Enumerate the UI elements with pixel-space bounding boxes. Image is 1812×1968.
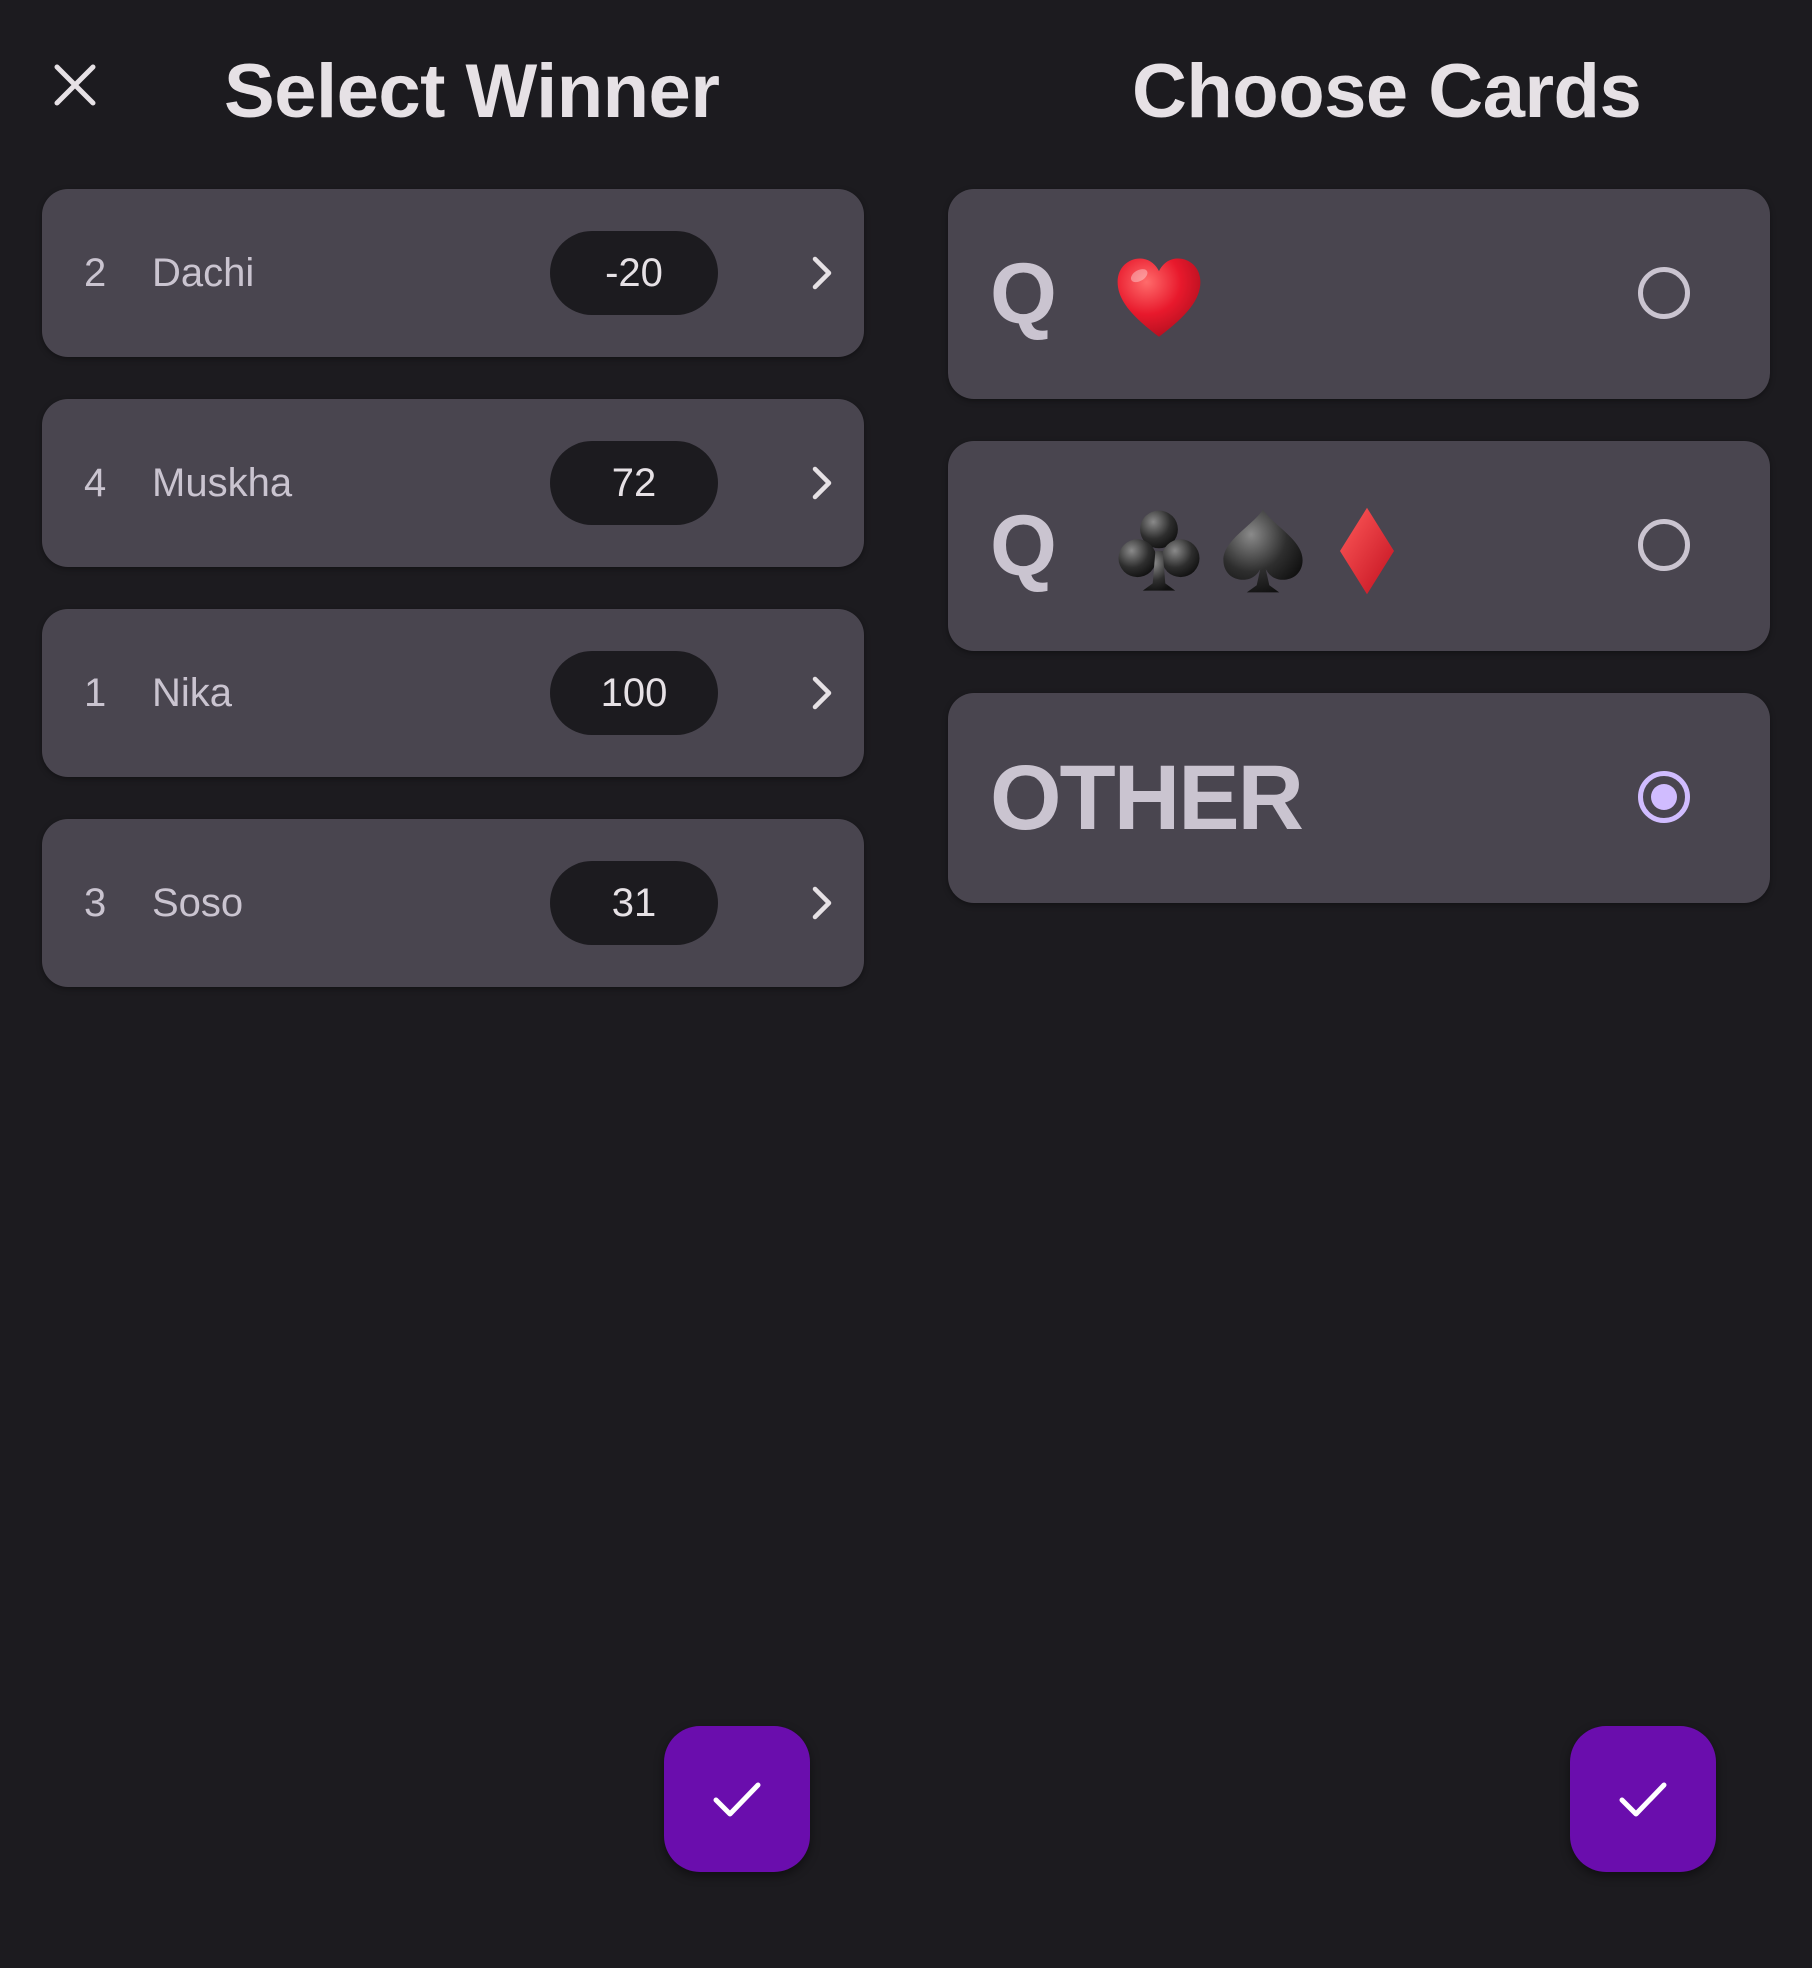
close-button[interactable] xyxy=(50,60,100,110)
check-icon xyxy=(713,1782,761,1817)
card-option-queen-hearts[interactable]: Q xyxy=(948,189,1770,399)
spade-icon xyxy=(1223,509,1303,593)
close-icon xyxy=(54,64,96,106)
select-winner-title: Select Winner xyxy=(224,49,720,134)
heart-icon xyxy=(1117,258,1201,337)
confirm-cards-button[interactable] xyxy=(1570,1726,1716,1872)
card-rank: Q xyxy=(990,246,1057,342)
card-option-queen-other-suits[interactable]: Q xyxy=(948,441,1770,651)
card-option-other[interactable]: OTHER xyxy=(948,693,1770,903)
player-rank: 2 xyxy=(84,251,107,295)
check-icon xyxy=(1619,1782,1667,1817)
player-row-muskha[interactable]: 4 Muskha 72 xyxy=(42,399,864,567)
player-name: Muskha xyxy=(152,461,293,505)
player-name: Soso xyxy=(152,881,244,925)
player-rank: 3 xyxy=(84,881,107,925)
diamond-icon xyxy=(1340,507,1394,595)
choose-cards-title: Choose Cards xyxy=(1132,49,1642,134)
radio-button-selected[interactable] xyxy=(1638,771,1690,823)
app-screen: Select Winner Choose Cards 2 Dachi -20 4… xyxy=(0,0,1812,1968)
card-rank: Q xyxy=(990,498,1057,594)
player-row-soso[interactable]: 3 Soso 31 xyxy=(42,819,864,987)
other-label: OTHER xyxy=(990,747,1304,849)
player-name: Nika xyxy=(152,671,233,715)
player-list: 2 Dachi -20 4 Muskha 72 1 Nika 100 3 Sos… xyxy=(42,189,864,1029)
chevron-right-icon[interactable] xyxy=(802,463,842,503)
player-row-dachi[interactable]: 2 Dachi -20 xyxy=(42,189,864,357)
score-badge: 72 xyxy=(550,441,718,525)
chevron-right-icon[interactable] xyxy=(802,253,842,293)
chevron-right-icon[interactable] xyxy=(802,883,842,923)
card-option-list: Q Q OTHER xyxy=(948,189,1770,945)
player-rank: 4 xyxy=(84,461,107,505)
score-badge: 31 xyxy=(550,861,718,945)
score-badge: -20 xyxy=(550,231,718,315)
chevron-right-icon[interactable] xyxy=(802,673,842,713)
score-badge: 100 xyxy=(550,651,718,735)
radio-button[interactable] xyxy=(1638,267,1690,319)
player-rank: 1 xyxy=(84,671,107,715)
radio-button[interactable] xyxy=(1638,519,1690,571)
player-name: Dachi xyxy=(152,251,255,295)
club-icon xyxy=(1118,510,1200,591)
player-row-nika[interactable]: 1 Nika 100 xyxy=(42,609,864,777)
confirm-winner-button[interactable] xyxy=(664,1726,810,1872)
